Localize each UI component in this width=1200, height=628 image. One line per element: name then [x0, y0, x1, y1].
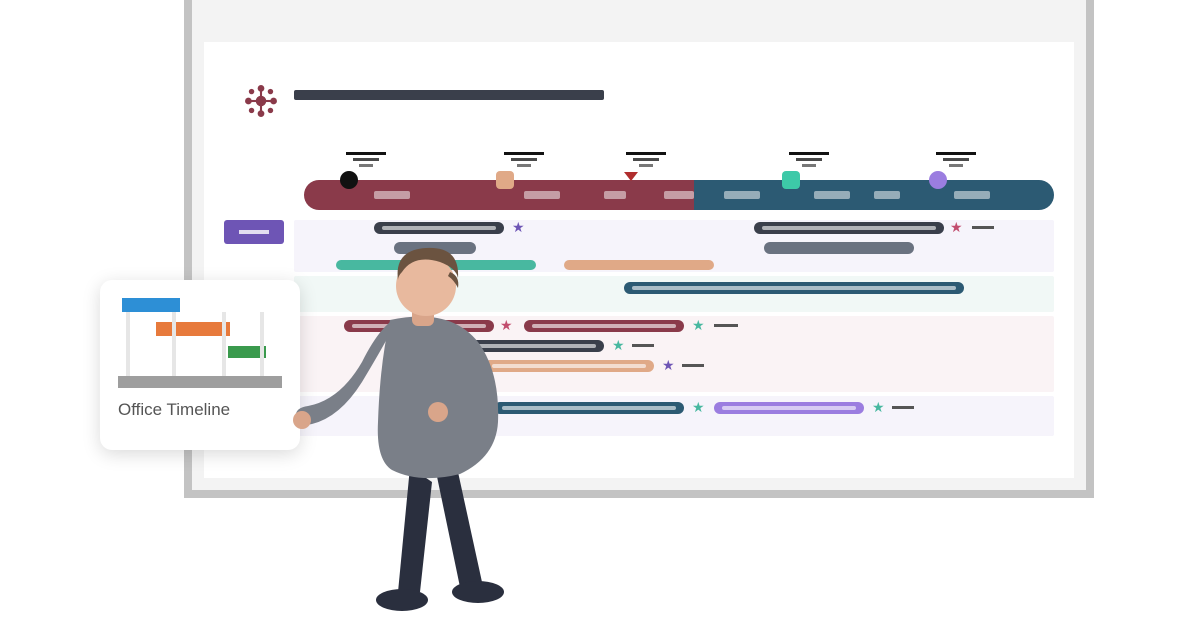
- timeline-band: [304, 180, 1054, 210]
- lane-label: [224, 220, 284, 244]
- slide-title-placeholder: [294, 90, 604, 100]
- task-bar: [754, 222, 944, 234]
- milestone-dot: [929, 171, 947, 189]
- star-icon: ★: [662, 357, 675, 374]
- task-bar: [764, 242, 914, 254]
- star-icon: ★: [950, 219, 963, 236]
- card-label: Office Timeline: [118, 400, 282, 420]
- card-chart-icon: [118, 298, 282, 388]
- star-icon: ★: [872, 399, 885, 416]
- star-icon: ★: [692, 317, 705, 334]
- milestone-headers: [334, 152, 1054, 172]
- milestone-marker: [782, 171, 800, 189]
- milestone-dot: [340, 171, 358, 189]
- today-marker-icon: [624, 172, 638, 181]
- task-bar: [624, 282, 964, 294]
- star-icon: ★: [612, 337, 625, 354]
- person-illustration: [290, 222, 580, 622]
- star-icon: ★: [692, 399, 705, 416]
- brand-logo-icon: [240, 80, 282, 122]
- task-bar: [564, 260, 714, 270]
- milestone-marker: [496, 171, 514, 189]
- office-timeline-card[interactable]: Office Timeline: [100, 280, 300, 450]
- task-bar: [714, 402, 864, 414]
